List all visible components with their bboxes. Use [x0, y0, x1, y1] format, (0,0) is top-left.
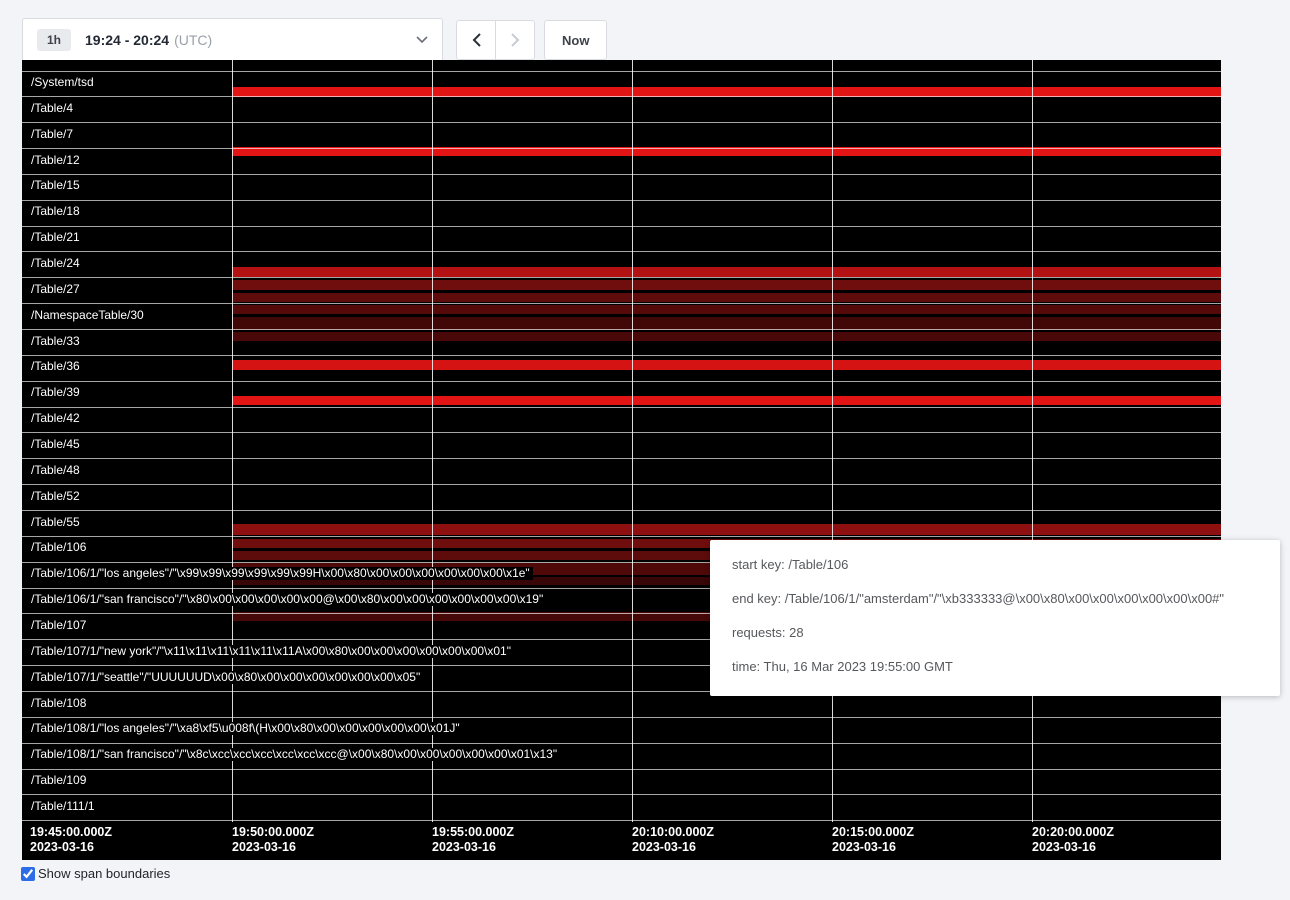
row-boundary-line	[22, 277, 1221, 278]
row-label: /Table/7	[31, 128, 76, 141]
row-label: /Table/108/1/"san francisco"/"\x8c\xcc\x…	[31, 748, 560, 761]
row-boundary-line	[22, 174, 1221, 175]
time-gridline	[432, 60, 433, 822]
x-axis-tick: 20:15:00.000Z2023-03-16	[832, 825, 914, 855]
row-label: /Table/27	[31, 283, 83, 296]
hover-tooltip: start key: /Table/106 end key: /Table/10…	[710, 540, 1280, 696]
row-boundary-line	[22, 355, 1221, 356]
heat-band	[232, 360, 1221, 370]
row-label: /Table/107/1/"new york"/"\x11\x11\x11\x1…	[31, 645, 514, 658]
row-boundary-line	[22, 329, 1221, 330]
row-label: /NamespaceTable/30	[31, 309, 147, 322]
row-boundary-line	[22, 381, 1221, 382]
time-gridline	[632, 60, 633, 822]
row-label: /Table/39	[31, 386, 83, 399]
range-duration-badge: 1h	[37, 29, 71, 51]
row-label: /Table/106/1/"los angeles"/"\x99\x99\x99…	[31, 567, 533, 580]
row-label: /Table/106/1/"san francisco"/"\x80\x00\x…	[31, 593, 546, 606]
now-button[interactable]: Now	[544, 20, 607, 60]
x-axis-tick: 19:55:00.000Z2023-03-16	[432, 825, 514, 855]
key-visualizer-page: 1h 19:24 - 20:24 (UTC) Now /System/tsd/T…	[0, 0, 1290, 900]
row-boundary-line	[22, 717, 1221, 718]
chevron-down-icon	[416, 36, 428, 44]
x-axis-tick: 20:20:00.000Z2023-03-16	[1032, 825, 1114, 855]
row-label: /Table/36	[31, 360, 83, 373]
time-toolbar: 1h 19:24 - 20:24 (UTC) Now	[22, 18, 607, 62]
row-boundary-line	[22, 71, 1221, 72]
range-timezone: (UTC)	[174, 32, 212, 48]
prev-range-button[interactable]	[456, 20, 496, 60]
x-axis-tick: 19:50:00.000Z2023-03-16	[232, 825, 314, 855]
show-span-boundaries-checkbox[interactable]	[21, 867, 35, 881]
row-boundary-line	[22, 794, 1221, 795]
key-visualizer-canvas[interactable]: /System/tsd/Table/4/Table/7/Table/12/Tab…	[22, 60, 1221, 860]
row-label: /Table/48	[31, 464, 83, 477]
show-span-boundaries: Show span boundaries	[21, 866, 170, 881]
row-label: /Table/107	[31, 619, 89, 632]
heat-band	[232, 293, 1221, 302]
heat-band	[232, 332, 1221, 341]
row-boundary-line	[22, 96, 1221, 97]
row-boundary-line	[22, 820, 1221, 821]
heat-band	[232, 280, 1221, 290]
next-range-button[interactable]	[495, 20, 535, 60]
row-label: /Table/24	[31, 257, 83, 270]
row-label: /Table/108/1/"los angeles"/"\xa8\xf5\u00…	[31, 722, 463, 735]
row-boundary-line	[22, 484, 1221, 485]
row-label: /Table/4	[31, 102, 76, 115]
tooltip-requests: requests: 28	[732, 616, 1258, 650]
row-boundary-line	[22, 148, 1221, 149]
checkbox-label: Show span boundaries	[38, 866, 170, 881]
row-label: /Table/12	[31, 154, 83, 167]
heat-band	[232, 524, 1221, 535]
row-boundary-line	[22, 743, 1221, 744]
row-boundary-line	[22, 122, 1221, 123]
row-boundary-line	[22, 510, 1221, 511]
row-label: /Table/109	[31, 774, 89, 787]
row-boundary-line	[22, 432, 1221, 433]
row-label: /Table/15	[31, 179, 83, 192]
row-label: /Table/45	[31, 438, 83, 451]
row-label: /Table/106	[31, 541, 89, 554]
heat-band	[232, 267, 1221, 277]
range-label: 19:24 - 20:24	[85, 32, 169, 48]
row-label: /Table/107/1/"seattle"/"UUUUUUD\x00\x80\…	[31, 671, 423, 684]
heat-band	[232, 305, 1221, 314]
row-label: /Table/18	[31, 205, 83, 218]
row-label: /Table/55	[31, 516, 83, 529]
chevron-left-icon	[472, 33, 481, 47]
row-boundary-line	[22, 303, 1221, 304]
time-gridline	[832, 60, 833, 822]
tooltip-time: time: Thu, 16 Mar 2023 19:55:00 GMT	[732, 650, 1258, 684]
row-boundary-line	[22, 458, 1221, 459]
row-boundary-line	[22, 769, 1221, 770]
chevron-right-icon	[511, 33, 520, 47]
row-label: /Table/108	[31, 697, 89, 710]
row-label: /Table/52	[31, 490, 83, 503]
row-label: /Table/33	[31, 335, 83, 348]
row-label: /Table/111/1	[31, 800, 98, 813]
x-axis-tick: 19:45:00.000Z2023-03-16	[30, 825, 112, 855]
row-boundary-line	[22, 200, 1221, 201]
row-boundary-line	[22, 251, 1221, 252]
x-axis-tick: 20:10:00.000Z2023-03-16	[632, 825, 714, 855]
row-boundary-line	[22, 407, 1221, 408]
tooltip-start-key: start key: /Table/106	[732, 548, 1258, 582]
tooltip-end-key: end key: /Table/106/1/"amsterdam"/"\xb33…	[732, 582, 1258, 616]
row-label: /System/tsd	[31, 76, 97, 89]
range-nav-group	[456, 20, 535, 60]
row-boundary-line	[22, 536, 1221, 537]
row-label: /Table/21	[31, 231, 83, 244]
row-label: /Table/42	[31, 412, 83, 425]
time-range-selector[interactable]: 1h 19:24 - 20:24 (UTC)	[22, 18, 443, 62]
heat-band	[232, 396, 1221, 405]
row-boundary-line	[22, 226, 1221, 227]
time-gridline	[232, 60, 233, 822]
time-gridline	[1032, 60, 1033, 822]
heat-band	[232, 317, 1221, 330]
